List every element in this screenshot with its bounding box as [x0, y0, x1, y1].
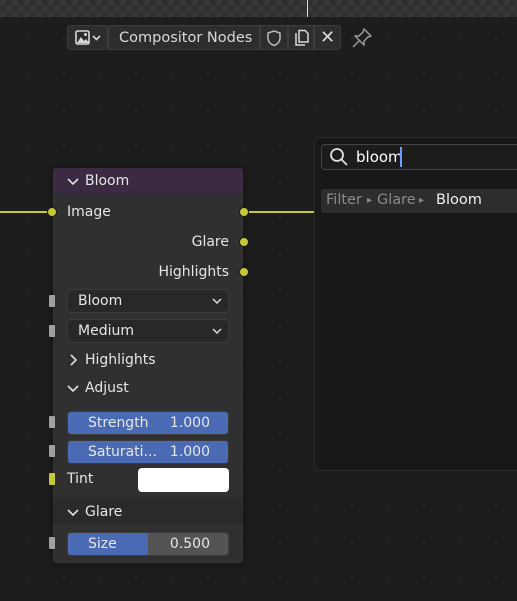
chevron-down-icon[interactable]: [67, 175, 79, 187]
search-query: bloom: [356, 148, 403, 166]
strength-value: 1.000: [169, 415, 210, 431]
result-path-subcategory: Glare: [377, 192, 416, 208]
bloom-node[interactable]: Bloom Image Glare Highlights Bloom Mediu…: [52, 167, 244, 564]
image-backdrop: [0, 0, 517, 17]
search-result-item[interactable]: Filter ▸ Glare ▸ Bloom: [321, 189, 517, 213]
output-highlights-label: Highlights: [158, 264, 230, 280]
image-output-socket[interactable]: [239, 207, 249, 217]
chevron-down-icon: [212, 298, 222, 305]
output-glare-label: Glare: [191, 234, 229, 250]
strength-socket[interactable]: [49, 416, 55, 428]
glare-type-dropdown[interactable]: Bloom: [67, 289, 229, 313]
text-cursor: [400, 147, 402, 167]
search-input[interactable]: bloom: [321, 144, 517, 170]
highlights-output-socket[interactable]: [239, 267, 249, 277]
duplicate-button[interactable]: [288, 25, 314, 50]
size-value: 0.500: [169, 536, 210, 552]
strength-label: Strength: [88, 415, 149, 431]
quality-dropdown[interactable]: Medium: [67, 319, 229, 343]
panel-glare-label: Glare: [85, 503, 123, 520]
tint-socket[interactable]: [49, 473, 55, 485]
editor-type-dropdown[interactable]: [67, 25, 108, 50]
input-image-label: Image: [67, 204, 111, 220]
panel-adjust-label: Adjust: [85, 379, 129, 396]
fake-user-button[interactable]: [260, 25, 288, 50]
chevron-down-icon: [212, 328, 222, 335]
result-path-category: Filter: [326, 192, 362, 208]
size-slider[interactable]: Size 0.500: [67, 532, 229, 556]
image-editor-icon: [74, 29, 101, 45]
saturation-label: Saturati...: [88, 444, 157, 460]
saturation-slider[interactable]: Saturati... 1.000: [67, 440, 229, 464]
shield-icon: [267, 29, 281, 46]
quality-socket[interactable]: [49, 325, 55, 337]
chevron-right-icon: [70, 353, 78, 366]
panel-highlights-label: Highlights: [85, 351, 156, 368]
quality-value: Medium: [78, 323, 134, 339]
panel-highlights[interactable]: Highlights: [53, 347, 243, 372]
saturation-socket[interactable]: [49, 445, 55, 457]
chevron-down-icon: [67, 508, 79, 516]
backdrop-divider: [307, 0, 308, 17]
size-label: Size: [88, 536, 117, 552]
pin-icon[interactable]: [350, 26, 374, 50]
glare-type-socket[interactable]: [49, 295, 55, 307]
add-node-search-menu: [314, 137, 517, 471]
size-socket[interactable]: [49, 537, 55, 549]
tint-label: Tint: [67, 471, 94, 487]
breadcrumb-arrow-icon: ▸: [419, 195, 425, 206]
image-input-socket[interactable]: [47, 207, 57, 217]
close-icon: ✕: [319, 27, 336, 48]
glare-type-value: Bloom: [78, 293, 123, 309]
duplicate-icon: [295, 29, 309, 46]
node-title: Bloom: [85, 172, 130, 189]
glare-output-socket[interactable]: [239, 237, 249, 247]
chevron-down-icon: [67, 384, 79, 392]
node-tree-name-field[interactable]: Compositor Nodes: [108, 25, 260, 50]
panel-adjust[interactable]: Adjust: [53, 375, 243, 400]
saturation-value: 1.000: [169, 444, 210, 460]
output-wire: [244, 211, 314, 213]
input-wire: [0, 211, 52, 213]
node-header[interactable]: Bloom: [53, 168, 243, 193]
search-icon: [330, 148, 348, 166]
strength-slider[interactable]: Strength 1.000: [67, 411, 229, 435]
result-name: Bloom: [436, 192, 482, 208]
panel-glare[interactable]: Glare: [53, 499, 243, 524]
unlink-button[interactable]: ✕: [314, 25, 341, 50]
tint-color-swatch[interactable]: [138, 468, 229, 492]
breadcrumb-arrow-icon: ▸: [367, 195, 373, 206]
